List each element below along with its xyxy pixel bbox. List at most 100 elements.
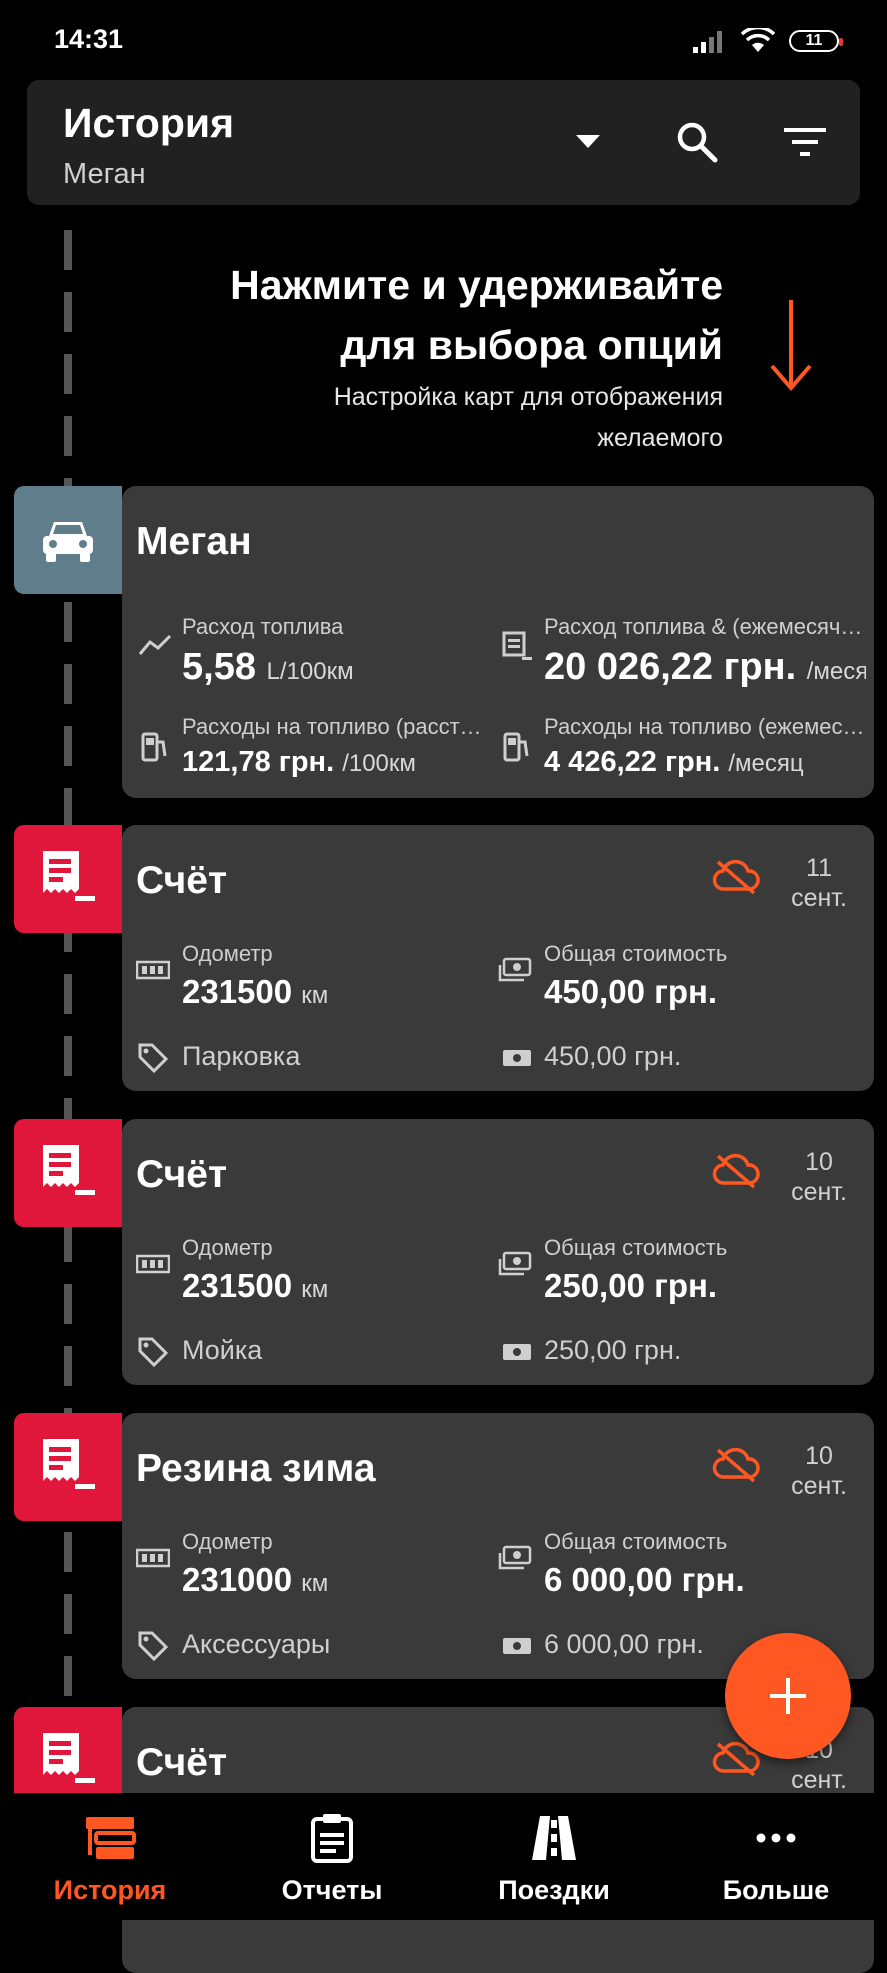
road-icon bbox=[524, 1813, 584, 1863]
stat-unit: /100км bbox=[342, 750, 416, 777]
hint-sub-line2: желаемого bbox=[597, 424, 723, 452]
stat-unit: L/100км bbox=[266, 658, 354, 685]
receipt-icon bbox=[39, 1437, 97, 1498]
clipboard-icon bbox=[302, 1813, 362, 1863]
stat-value: 20 026,22 грн. bbox=[544, 646, 797, 688]
trend-icon bbox=[138, 628, 172, 662]
stat-label: Одометр bbox=[182, 1529, 273, 1554]
status-bar: 14:31 11 bbox=[0, 0, 887, 78]
receipt-badge bbox=[14, 1119, 122, 1227]
hint-title-line1: Нажмите и удерживайте bbox=[230, 262, 723, 308]
stat-label: Одометр bbox=[182, 941, 273, 966]
status-time: 14:31 bbox=[54, 24, 124, 54]
stat-value: 4 426,22 грн. bbox=[544, 746, 721, 778]
page-title: История bbox=[63, 100, 235, 146]
filter-icon bbox=[784, 128, 826, 156]
search-icon bbox=[677, 122, 718, 163]
stat-label: Одометр bbox=[182, 1235, 273, 1260]
plus-icon bbox=[770, 1678, 806, 1714]
cloud-off-icon bbox=[712, 1447, 760, 1488]
nav-label: Больше bbox=[722, 1875, 830, 1905]
entry-amount: 250,00 грн. bbox=[544, 1335, 682, 1365]
fuel-pump-icon bbox=[138, 730, 172, 764]
fuel-pump-icon bbox=[500, 730, 534, 764]
stat-label: Расходы на топливо (расстояние) bbox=[182, 714, 492, 739]
receipt-badge bbox=[14, 825, 122, 933]
entry-date-month: сент. bbox=[791, 1766, 847, 1794]
entry-total: Общая стоимость 450,00 грн. bbox=[544, 941, 864, 1011]
timeline-icon bbox=[80, 1813, 140, 1863]
stat-unit: км bbox=[301, 1276, 329, 1303]
battery-level: 11 bbox=[805, 32, 823, 49]
entry-date-day: 10 bbox=[805, 1442, 833, 1470]
nav-reports[interactable]: Отчеты bbox=[232, 1793, 432, 1920]
bottom-nav: История Отчеты Поездки Больше bbox=[0, 1793, 887, 1920]
entry-date: 11 сент. bbox=[774, 853, 864, 913]
wifi-icon bbox=[741, 28, 775, 52]
nav-more[interactable]: Больше bbox=[676, 1793, 876, 1920]
receipt-icon bbox=[500, 630, 534, 664]
signal-icon bbox=[693, 31, 722, 53]
entry-odometer: Одометр 231500 км bbox=[182, 941, 502, 1011]
entry-date-day: 10 bbox=[805, 1148, 833, 1176]
entry-date: 10сент. bbox=[774, 1441, 864, 1501]
stat-unit: /месяц bbox=[728, 750, 804, 777]
vehicle-dropdown-button[interactable] bbox=[556, 110, 620, 174]
odometer-icon bbox=[136, 953, 170, 987]
entry-card[interactable]: 10 сент. Одометр 231500 км Общая стоимость 25… bbox=[122, 1119, 874, 1385]
entry-title: Счёт bbox=[136, 859, 228, 902]
nav-label: Отчеты bbox=[281, 1875, 383, 1905]
tag-icon bbox=[136, 1629, 170, 1663]
stat-label: Общая стоимость bbox=[544, 941, 728, 966]
stat-fuel-cost-distance: Расходы на топливо (расстояние) 121,78 г… bbox=[182, 714, 492, 779]
car-icon bbox=[43, 522, 93, 562]
money-stack-icon bbox=[498, 1247, 532, 1281]
app-bar: История Меган bbox=[27, 80, 860, 205]
tag-icon bbox=[136, 1335, 170, 1369]
add-entry-button[interactable] bbox=[725, 1633, 851, 1759]
stat-value: 121,78 грн. bbox=[182, 746, 335, 778]
stat-fuel-cost-monthly: Расходы на топливо (ежемесячно) 4 426,22… bbox=[544, 714, 866, 779]
stat-label: Расходы на топливо (ежемесячно) bbox=[544, 714, 866, 739]
receipt-icon bbox=[39, 1143, 97, 1204]
cloud-off-icon bbox=[712, 1153, 760, 1194]
entry-date-month: сент. bbox=[791, 1472, 847, 1500]
nav-label: Поездки bbox=[498, 1875, 610, 1905]
search-button[interactable] bbox=[665, 110, 729, 174]
stat-label: Общая стоимость bbox=[544, 1529, 728, 1554]
receipt-badge bbox=[14, 1413, 122, 1521]
nav-label: История bbox=[53, 1875, 167, 1905]
cloud-off-icon bbox=[712, 859, 760, 900]
money-stack-icon bbox=[498, 953, 532, 987]
summary-title: Меган bbox=[136, 520, 252, 563]
entry-amount: 450,00 грн. bbox=[544, 1041, 682, 1071]
stat-unit: км bbox=[301, 1570, 329, 1597]
nav-history[interactable]: История bbox=[10, 1793, 210, 1920]
stat-value: 231500 bbox=[182, 973, 293, 1010]
cash-icon bbox=[500, 1335, 534, 1369]
entry-odometer: Одометр 231000 км bbox=[182, 1529, 502, 1599]
stat-value: 231000 bbox=[182, 1561, 293, 1598]
nav-trips[interactable]: Поездки bbox=[454, 1793, 654, 1920]
entry-odometer: Одометр 231500 км bbox=[182, 1235, 502, 1305]
stat-label: Общая стоимость bbox=[544, 1235, 728, 1260]
cash-icon bbox=[500, 1629, 534, 1663]
filter-button[interactable] bbox=[773, 110, 837, 174]
money-stack-icon bbox=[498, 1541, 532, 1575]
entry-date-month: сент. bbox=[791, 884, 847, 912]
entry-title: Счёт bbox=[136, 1741, 228, 1784]
stat-value: 250,00 грн. bbox=[544, 1267, 718, 1304]
tag-icon bbox=[136, 1041, 170, 1075]
entry-category: Мойка bbox=[182, 1335, 263, 1365]
entry-card[interactable]: 11 сент. Одометр 231500 км Общая стоимость 45… bbox=[122, 825, 874, 1091]
receipt-icon bbox=[39, 849, 97, 910]
receipt-icon bbox=[39, 1731, 97, 1792]
hint-block: Нажмите и удерживайте для выбора опций Н… bbox=[123, 255, 723, 457]
entry-title: Счёт bbox=[136, 1153, 228, 1196]
status-icons: 11 bbox=[693, 28, 843, 54]
vehicle-subtitle[interactable]: Меган bbox=[63, 158, 146, 191]
cash-icon bbox=[500, 1041, 534, 1075]
more-dots-icon bbox=[746, 1813, 806, 1863]
odometer-icon bbox=[136, 1541, 170, 1575]
car-badge bbox=[14, 486, 122, 594]
